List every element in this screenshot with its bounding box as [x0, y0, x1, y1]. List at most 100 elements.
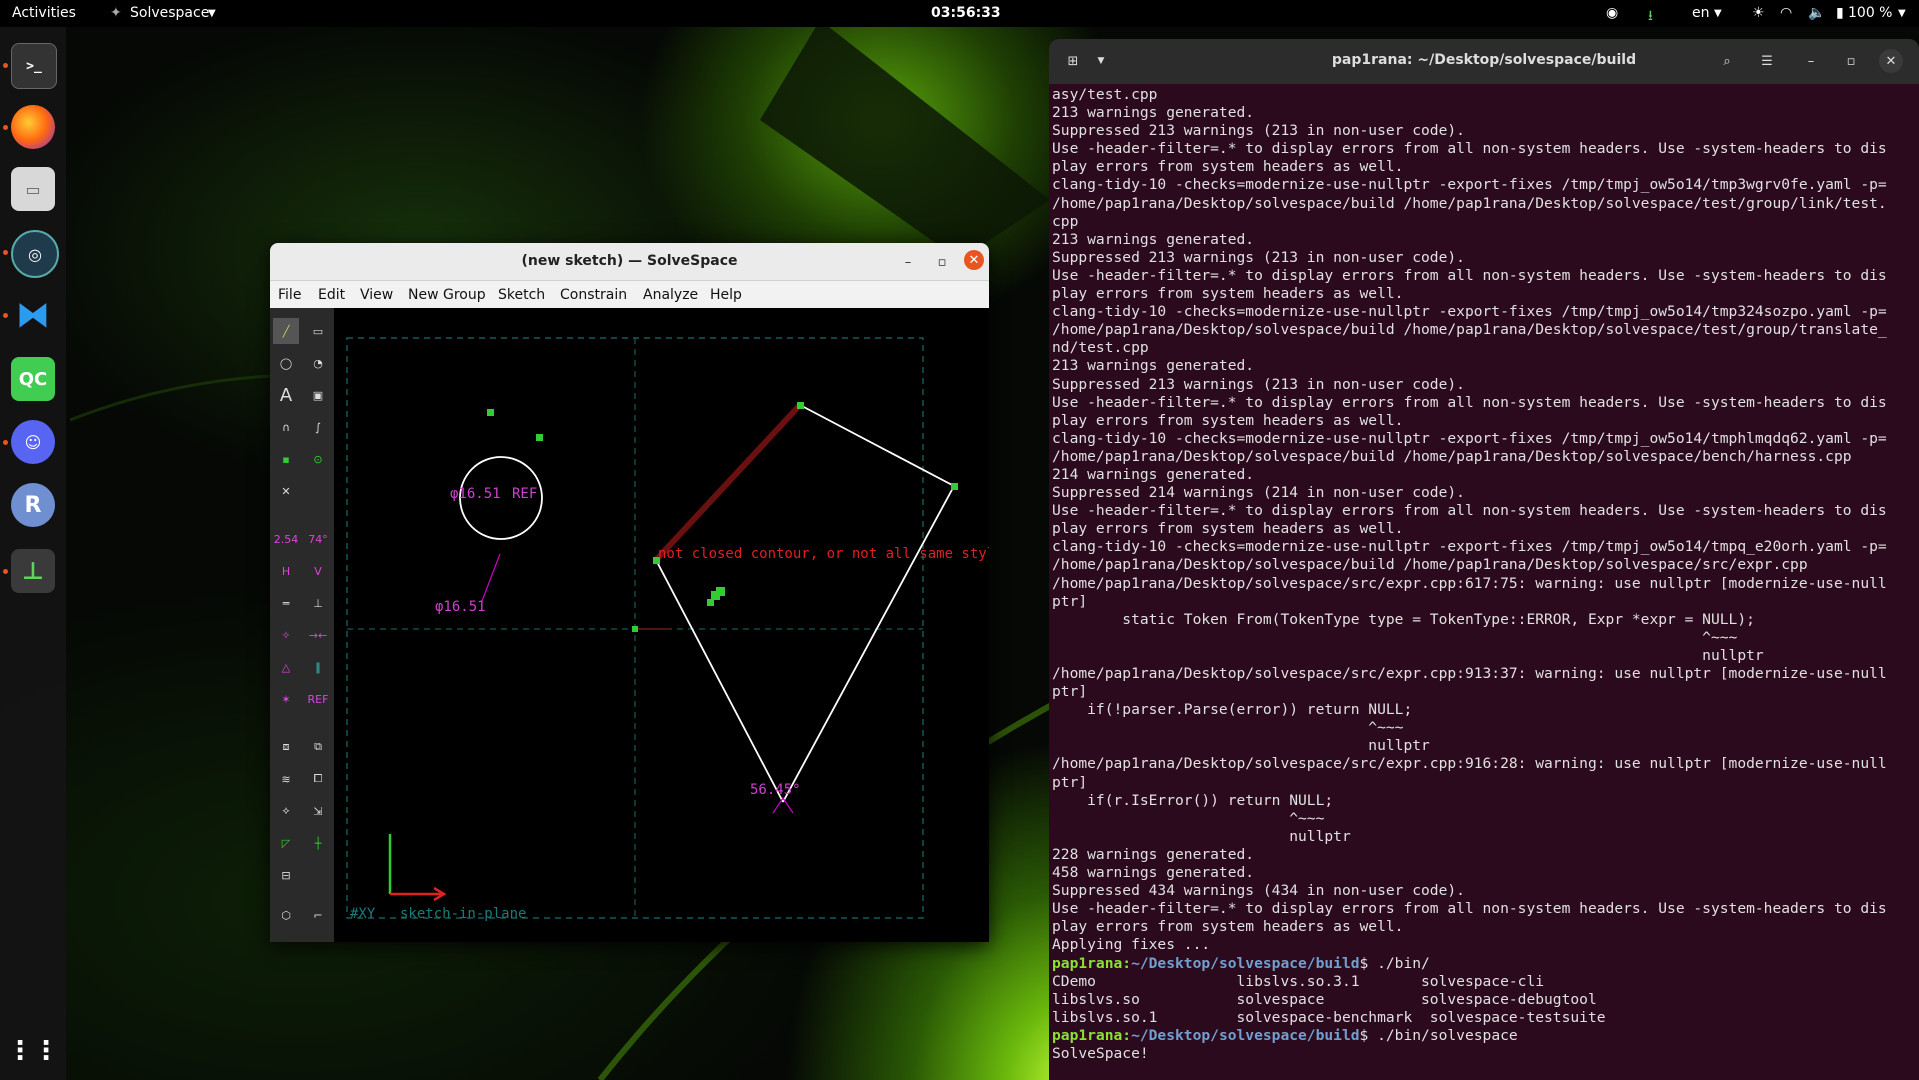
terminal-line: 213 warnings generated. — [1052, 104, 1255, 122]
terminal-line: Use -header-filter=.* to display errors … — [1052, 900, 1887, 918]
brightness-icon[interactable]: ☀ — [1752, 5, 1765, 21]
app-icon[interactable]: ◎ — [11, 230, 59, 278]
ref-label[interactable]: REF — [512, 486, 537, 502]
ls-output-row: libslvs.so solvespace solvespace-debugto… — [1052, 990, 1597, 1008]
terminal-line: if(r.IsError()) return NULL; — [1052, 791, 1334, 809]
download-tray-icon[interactable]: ⭳ — [1648, 5, 1653, 29]
chevron-down-icon: ▼ — [1714, 8, 1722, 19]
show-applications-icon[interactable]: ⋮⋮ — [7, 1029, 59, 1073]
terminal-line: 458 warnings generated. — [1052, 864, 1255, 882]
circle-point[interactable] — [536, 434, 543, 441]
terminal-titlebar[interactable]: ⊞ ▼ pap1rana: ~/Desktop/solvespace/build… — [1049, 39, 1919, 84]
terminal-line: Use -header-filter=.* to display errors … — [1052, 502, 1887, 520]
plane-label: #XY — [350, 906, 376, 922]
terminal-line: play errors from system headers as well. — [1052, 158, 1404, 176]
app-menu-button[interactable]: Solvespace — [130, 5, 209, 21]
r-icon[interactable]: R — [11, 483, 55, 527]
terminal-line: 228 warnings generated. — [1052, 845, 1255, 863]
wifi-icon[interactable]: ◠ — [1780, 5, 1792, 21]
solvespace-window: (new sketch) — SolveSpace – ▫ ✕ File Edi… — [270, 243, 989, 942]
volume-icon[interactable]: 🔈 — [1808, 5, 1825, 21]
terminal-line: Suppressed 213 warnings (213 in non-user… — [1052, 122, 1465, 140]
running-indicator — [3, 569, 8, 574]
error-line[interactable] — [653, 402, 803, 563]
line-entity[interactable] — [799, 404, 955, 487]
dock: >_ ▭ ◎ ⧓ QC ☺ R ⊥ ⋮⋮ — [0, 27, 66, 1080]
search-icon[interactable]: ⌕ — [1715, 49, 1739, 73]
firefox-icon[interactable] — [11, 105, 55, 149]
terminal-line: /home/pap1rana/Desktop/solvespace/build … — [1052, 447, 1852, 465]
files-icon[interactable]: ▭ — [11, 167, 55, 211]
activities-button[interactable]: Activities — [12, 5, 76, 21]
terminal-line: ptr] — [1052, 773, 1088, 791]
terminal-line: Use -header-filter=.* to display errors … — [1052, 140, 1887, 158]
solvespace-indicator-icon: ✦ — [110, 5, 122, 21]
close-icon[interactable]: ✕ — [1879, 49, 1903, 73]
minimize-icon[interactable]: – — [1799, 49, 1823, 73]
menu-constrain[interactable]: Constrain — [560, 287, 627, 303]
terminal-line: clang-tidy-10 -checks=modernize-use-null… — [1052, 176, 1887, 194]
origin-point[interactable] — [632, 626, 638, 632]
terminal-line: 213 warnings generated. — [1052, 357, 1255, 375]
terminal-line: /home/pap1rana/Desktop/solvespace/src/ex… — [1052, 665, 1887, 682]
line-endpoint[interactable] — [951, 483, 958, 490]
maximize-icon[interactable]: ▫ — [1839, 49, 1863, 73]
terminal-output[interactable]: asy/test.cpp 213 warnings generated. Suppr… — [1052, 86, 1913, 1080]
ls-output-row: libslvs.so.1 solvespace-benchmark solves… — [1052, 1008, 1606, 1026]
terminal-line: Suppressed 213 warnings (213 in non-user… — [1052, 375, 1465, 393]
error-message: not closed contour, or not all same styl… — [658, 546, 989, 562]
terminal-line: Suppressed 214 warnings (214 in non-user… — [1052, 484, 1465, 502]
menu-sketch[interactable]: Sketch — [498, 287, 545, 303]
terminal-icon[interactable]: >_ — [11, 43, 57, 89]
terminal-line: /home/pap1rana/Desktop/solvespace/build … — [1052, 556, 1808, 574]
discord-tray-icon[interactable]: ◉ — [1606, 5, 1618, 21]
diameter-ref-label[interactable]: φ16.51 — [435, 599, 486, 615]
terminal-line: /home/pap1rana/Desktop/solvespace/src/ex… — [1052, 755, 1887, 773]
menu-file[interactable]: File — [278, 287, 301, 303]
terminal-line: nd/test.cpp — [1052, 339, 1149, 357]
menu-help[interactable]: Help — [710, 287, 742, 303]
chevron-down-icon: ▼ — [208, 8, 216, 19]
vscode-icon[interactable]: ⧓ — [11, 293, 55, 337]
terminal-line: Applying fixes ... — [1052, 936, 1211, 954]
minimize-icon[interactable]: – — [896, 250, 920, 274]
running-indicator — [3, 250, 8, 255]
menu-edit[interactable]: Edit — [318, 287, 345, 303]
terminal-line: ^~~~ — [1052, 719, 1404, 737]
battery-percentage[interactable]: 100 % — [1848, 5, 1892, 21]
discord-icon[interactable]: ☺ — [11, 420, 55, 464]
solvespace-icon[interactable]: ⊥ — [11, 549, 55, 593]
line-endpoint[interactable] — [797, 402, 804, 409]
terminal-line: nullptr — [1052, 737, 1430, 755]
menu-analyze[interactable]: Analyze — [643, 287, 698, 303]
angle-label[interactable]: 56.45° — [750, 782, 801, 798]
running-indicator — [3, 440, 8, 445]
program-output: SolveSpace! — [1052, 1044, 1149, 1062]
terminal-line: ptr] — [1052, 592, 1088, 610]
sketch-canvas[interactable]: ╱ ▭ ◯ ◔ A ▣ ∩ ∫ ▪ ⊙ ✕ 2.54 74° H V ═ ⊥ ✧… — [270, 308, 989, 942]
terminal-line: ptr] — [1052, 683, 1088, 701]
terminal-line: Use -header-filter=.* to display errors … — [1052, 393, 1887, 411]
qt-creator-icon[interactable]: QC — [11, 357, 55, 401]
language-indicator[interactable]: en — [1692, 5, 1710, 21]
terminal-line: Suppressed 213 warnings (213 in non-user… — [1052, 248, 1465, 266]
terminal-line: play errors from system headers as well. — [1052, 411, 1404, 429]
menu-new-group[interactable]: New Group — [408, 287, 486, 303]
cursor-point — [707, 599, 714, 606]
ls-output-row: CDemo libslvs.so.3.1 solvespace-cli — [1052, 972, 1545, 990]
hamburger-menu-icon[interactable]: ☰ — [1755, 49, 1779, 73]
clock[interactable]: 03:56:33 — [931, 5, 1001, 21]
circle-point[interactable] — [487, 409, 494, 416]
terminal-line: /home/pap1rana/Desktop/solvespace/src/ex… — [1052, 574, 1887, 592]
battery-icon[interactable]: ▮ — [1836, 5, 1844, 21]
terminal-line: clang-tidy-10 -checks=modernize-use-null… — [1052, 303, 1887, 321]
diameter-label[interactable]: φ16.51 — [450, 486, 501, 502]
menu-view[interactable]: View — [360, 287, 393, 303]
close-icon[interactable]: ✕ — [964, 250, 984, 270]
terminal-line: asy/test.cpp — [1052, 86, 1158, 103]
line-entity[interactable] — [782, 485, 955, 803]
maximize-icon[interactable]: ▫ — [930, 250, 954, 274]
terminal-line: /home/pap1rana/Desktop/solvespace/build … — [1052, 194, 1887, 212]
terminal-window: ⊞ ▼ pap1rana: ~/Desktop/solvespace/build… — [1049, 39, 1919, 1080]
titlebar[interactable]: (new sketch) — SolveSpace – ▫ ✕ — [270, 243, 989, 281]
